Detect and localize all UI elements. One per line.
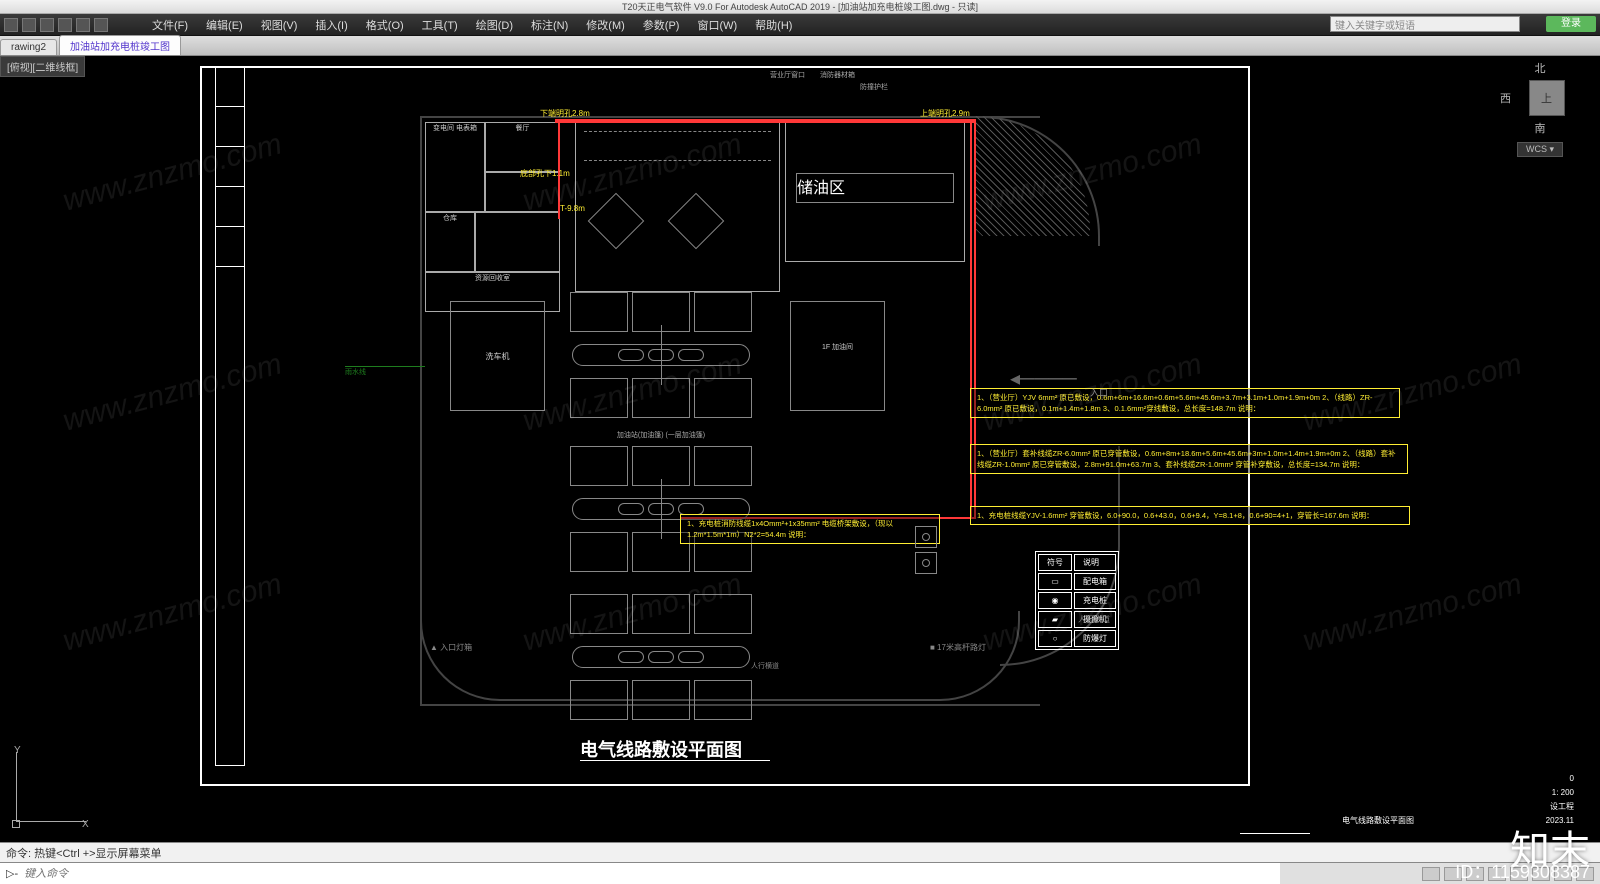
menu-modify[interactable]: 修改(M) [586,17,625,33]
command-line[interactable]: ▷- [0,862,1280,884]
crosswalk-label: 人行横道 [1078,614,1110,625]
carwash-bay: 洗车机 [450,301,545,411]
legend-h2: 说明 [1074,554,1116,571]
ucs-y-label: Y [14,745,21,756]
fuel-room: 1F 加油间 [790,301,885,411]
nav-south[interactable]: 南 [1500,120,1580,136]
note-box-3: 1、充电桩线缆YJV-1.6mm² 穿管敷设，6.0+90.0，0.6+43.0… [970,506,1410,525]
login-button[interactable]: 登录 [1546,16,1596,32]
canopy-label: 加油站(加油篷) (一层加油篷) [570,430,752,440]
qat-redo-icon[interactable] [76,18,90,32]
nav-north[interactable]: 北 [1500,60,1580,76]
qat-open-icon[interactable] [22,18,36,32]
menu-bar: 文件(F) 编辑(E) 视图(V) 插入(I) 格式(O) 工具(T) 绘图(D… [152,17,792,33]
tb-scale: 1: 200 [1546,786,1574,800]
brand-id: ID：1159308387 [1455,858,1590,884]
qat-new-icon[interactable] [4,18,18,32]
menu-tools[interactable]: 工具(T) [422,17,458,33]
room-5 [475,212,560,272]
lamppost-label: ■ 17米高杆路灯 [930,642,986,653]
convenience-store [575,122,780,292]
room-store: 仓库 [425,212,475,272]
tank-area: 储油区 [785,122,965,262]
menu-file[interactable]: 文件(F) [152,17,188,33]
callout-1: 营业厅窗口 [770,70,805,80]
room-transformer: 变电间 电表箱 [425,122,485,212]
legend-table: 符号说明 ▭配电箱 ◉充电桩 ▰摄像机 ○防爆灯 [1035,551,1119,650]
help-search-input[interactable]: 键入关键字或短语 [1330,16,1520,32]
legend-r2: 充电桩 [1074,592,1116,609]
note-box-2: 1、（营业厅）套补线缆ZR-6.0mm² 原已穿管敷设，0.6m+8m+18.6… [970,444,1408,474]
status-model-icon[interactable] [1422,867,1440,881]
menu-insert[interactable]: 插入(I) [315,17,347,33]
charger-symbols [915,526,937,578]
shelving-icon [584,131,771,161]
dim-label-1: 下端明孔2.8m [540,108,590,119]
cable-run-top2 [555,121,975,123]
view-cube[interactable]: 北 西 上 南 WCS ▾ [1500,60,1580,160]
island-2 [668,193,725,250]
room-dining: 餐厅 [485,122,560,172]
callout-3: 防撞护栏 [860,82,888,92]
dim-label-3: 底部孔下1.1m [520,168,570,179]
document-tabs: rawing2 加油站加充电桩竣工图 [0,36,1600,56]
title-underline [580,760,770,761]
drain-line: 雨水线 [345,366,425,367]
drawing-title: 电气线路敷设平面图 [580,736,742,762]
tb-scale0: 0 [1546,772,1574,786]
menu-draw[interactable]: 绘图(D) [476,17,513,33]
command-history: 命令: 热键<Ctrl +>显示屏幕菜单 [0,842,1600,862]
tb-project: 设工程 [1546,800,1574,814]
note-box-1: 1、（营业厅）YJV 6mm² 原已敷设，0.6m+6m+16.6m+0.6m+… [970,388,1400,418]
doc-tab-main[interactable]: 加油站加充电桩竣工图 [59,35,181,55]
command-prompt-icon: ▷- [0,867,24,880]
graphic-scale [1240,833,1310,834]
tank-label: 储油区 [796,173,954,203]
entry-arrow-icon: ◂──── [1010,366,1077,391]
dim-label-4: T-9.8m [560,204,585,213]
menu-edit[interactable]: 编辑(E) [206,17,243,33]
menu-annotate[interactable]: 标注(N) [531,17,568,33]
signbox-label: ▲ 入口灯箱 [430,642,472,653]
qat-save-icon[interactable] [40,18,54,32]
legend-h1: 符号 [1038,554,1072,571]
nav-west[interactable]: 西 [1500,90,1511,106]
drawing-canvas[interactable]: 变电间 电表箱 餐厅 仓库 资源回收室 储油区 下端明孔2.8m 上端明孔2.9… [0,56,1600,842]
callout-2: 消防器材箱 [820,70,855,80]
qat-plot-icon[interactable] [94,18,108,32]
dim-label-2: 上端明孔2.9m [920,108,970,119]
menu-window[interactable]: 窗口(W) [697,17,737,33]
pump-island-1 [572,344,750,366]
nav-cube-top[interactable]: 上 [1529,80,1565,116]
wcs-dropdown[interactable]: WCS ▾ [1517,142,1563,157]
viewport-label[interactable]: [俯视][二维线框] [0,56,85,77]
qat-undo-icon[interactable] [58,18,72,32]
doc-tab-drawing2[interactable]: rawing2 [0,39,57,55]
title-bar: T20天正电气软件 V9.0 For Autodesk AutoCAD 2019… [0,0,1600,14]
app-title: T20天正电气软件 V9.0 For Autodesk AutoCAD 2019… [622,0,978,13]
note-box-4: 1、充电桩消防线缆1x4Omm²+1x35mm² 电缆桥架敷设，（现以1.2m*… [680,514,940,544]
island-1 [588,193,645,250]
tb-name: 电气线路敷设平面图 [1342,814,1414,828]
command-input[interactable] [24,868,1280,880]
quick-access-bar: 文件(F) 编辑(E) 视图(V) 插入(I) 格式(O) 工具(T) 绘图(D… [0,14,1600,36]
binding-margin [215,66,245,766]
menu-help[interactable]: 帮助(H) [755,17,792,33]
crosswalk-area: 人行横道 [550,661,980,671]
menu-param[interactable]: 参数(P) [643,17,680,33]
legend-r1: 配电箱 [1074,573,1116,590]
menu-format[interactable]: 格式(O) [366,17,404,33]
legend-r4: 防爆灯 [1074,630,1116,647]
menu-view[interactable]: 视图(V) [261,17,298,33]
ucs-x-label: X [82,819,89,830]
entry-label-1: 入口 [1090,386,1108,399]
